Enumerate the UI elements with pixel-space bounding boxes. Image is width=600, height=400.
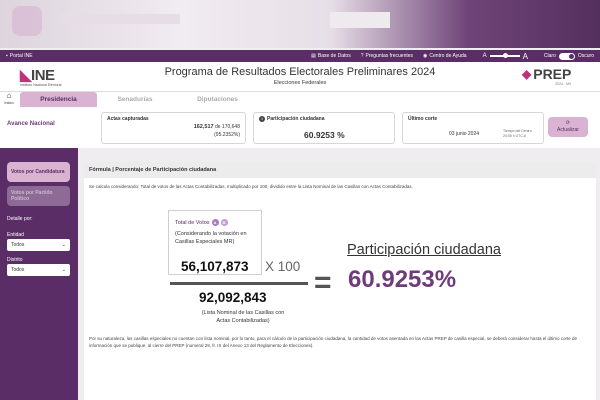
font-small-label: A <box>482 53 487 59</box>
numerator-value: 56,107,873 <box>181 259 249 274</box>
denominator-value: 92,092,843 <box>199 290 267 305</box>
considerando-text: (Considerando la votación en Casillas Es… <box>175 231 247 245</box>
home-button[interactable]: ⌂ Inicio <box>3 92 15 106</box>
portal-ine-link[interactable]: ▪ Portal INE <box>6 53 33 59</box>
font-size-slider[interactable] <box>489 53 520 58</box>
formula-panel: Fórmula | Porcentaje de Participación ci… <box>84 162 596 400</box>
sidebar: Votos por Candidatura Votos por Partido … <box>0 148 78 400</box>
faq-link[interactable]: ? Preguntas frecuentes <box>361 53 413 59</box>
pill-b-icon: B <box>220 219 228 226</box>
refresh-icon: ⟳ <box>565 120 571 126</box>
avance-label: Avance Nacional <box>7 121 55 127</box>
participacion-value: 60.9253 % <box>304 130 345 140</box>
ultimo-corte-card: Último corte 03 junio 2024 Tiempo del Ce… <box>402 112 544 144</box>
votos-partido-button[interactable]: Votos por Partido Político <box>7 186 70 206</box>
corte-date: 03 junio 2024 <box>449 131 480 137</box>
database-link[interactable]: ▤ Base de Datos <box>311 53 351 59</box>
font-size-control[interactable]: A A <box>483 52 528 61</box>
distrito-select[interactable]: Todos ⌄ <box>7 264 70 276</box>
corte-timezone: Tiempo del Centro 20:05 h UTC-6 <box>503 129 532 138</box>
database-icon: ▤ <box>311 53 316 59</box>
result-value: 60.9253% <box>348 266 457 293</box>
actas-total: de 170,648 <box>214 124 240 130</box>
chevron-down-icon: ⌄ <box>61 267 66 273</box>
actas-card: Actas capturadas 162,517 de 170,648 (95.… <box>101 112 246 144</box>
tab-diputaciones[interactable]: Diputaciones <box>180 92 255 107</box>
formula-description: Se calcula considerando: Total de votos … <box>89 184 413 189</box>
prep-heart-icon: ◆ <box>522 67 532 81</box>
chevron-down-icon: ⌄ <box>61 242 66 248</box>
page-subtitle: Elecciones Federales <box>273 80 327 86</box>
actas-count: 162,517 <box>193 124 214 130</box>
info-icon[interactable]: i <box>259 116 265 122</box>
utility-bar: ▪ Portal INE ▤ Base de Datos ? Preguntas f… <box>0 50 600 62</box>
entidad-label: Entidad <box>7 232 24 238</box>
external-link-icon: ▪ <box>6 53 8 59</box>
actas-percent: (95.2352%) <box>214 132 240 138</box>
theme-switch[interactable] <box>558 52 575 60</box>
question-icon: ? <box>360 53 364 59</box>
page-header: ◣INE Instituto Nacional Electoral Progra… <box>0 62 600 92</box>
votos-candidatura-button[interactable]: Votos por Candidatura <box>7 162 70 182</box>
formula-note: Por su naturaleza, las casillas especial… <box>89 336 577 348</box>
font-large-label: A <box>522 51 528 61</box>
avance-nacional-bar: Avance Nacional Actas capturadas 162,517… <box>0 108 600 148</box>
tab-senadurias[interactable]: Senadurías <box>100 92 170 107</box>
equals-sign: = <box>314 266 332 299</box>
banner-shape <box>60 14 180 24</box>
participacion-card: i Participación ciudadana 60.9253 % <box>253 112 395 144</box>
election-tabs: ⌂ Inicio Presidencia Senadurías Diputaci… <box>0 92 600 108</box>
fraction-line <box>170 282 308 285</box>
formula-title: Fórmula | Porcentaje de Participación ci… <box>89 167 217 173</box>
theme-toggle[interactable]: Claro Oscuro <box>544 52 594 60</box>
pill-a-icon: A <box>211 219 219 226</box>
prep-logo: ◆ PREP 2024 · MX <box>522 66 572 86</box>
page-title: Programa de Resultados Electorales Preli… <box>164 66 436 78</box>
banner-logo-blur <box>12 6 42 36</box>
tab-presidencia[interactable]: Presidencia <box>20 92 97 107</box>
home-icon: ⌂ <box>6 91 12 100</box>
times-100: X 100 <box>265 259 301 274</box>
detalle-label: Detalle por: <box>7 216 33 222</box>
banner-shape <box>330 12 390 28</box>
entidad-select[interactable]: Todos ⌄ <box>7 239 70 251</box>
update-button[interactable]: ⟳ Actualizar <box>548 117 588 137</box>
help-icon: ◉ <box>423 53 428 59</box>
result-title: Participación ciudadana <box>347 242 501 258</box>
help-center-link[interactable]: ◉ Centro de Ayuda <box>423 53 467 59</box>
distrito-label: Distrito <box>7 257 23 263</box>
lista-nominal-text: (Lista Nominal de las Casillas con Actas… <box>201 310 285 324</box>
top-banner <box>0 0 600 48</box>
